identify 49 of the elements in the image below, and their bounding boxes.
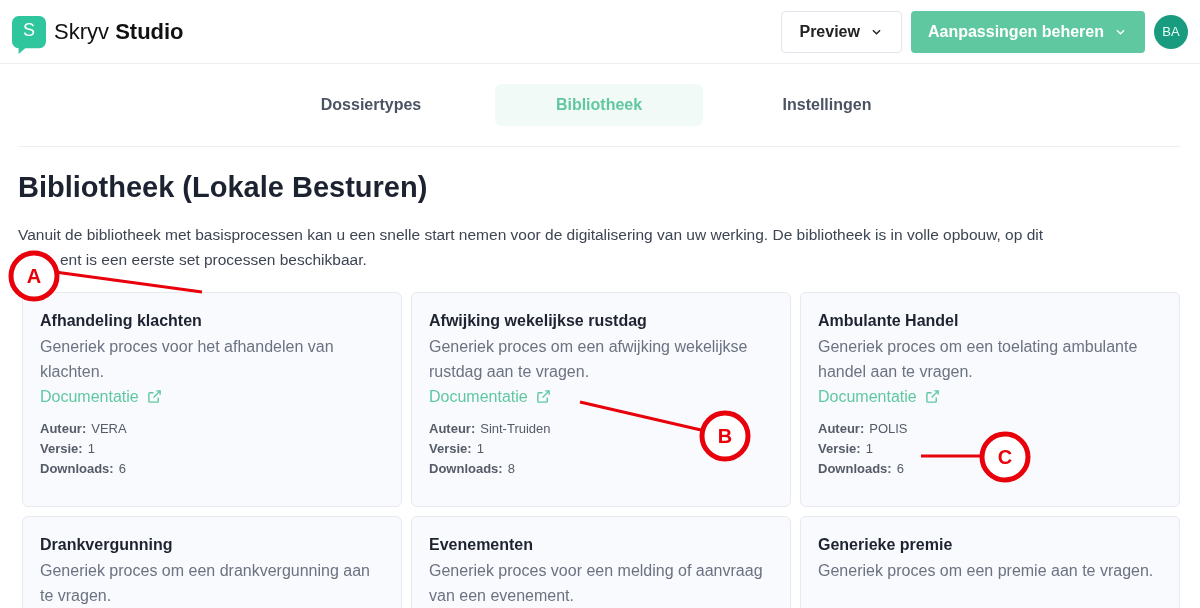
meta-label: Versie: — [818, 440, 861, 458]
meta-value: VERA — [91, 420, 127, 438]
meta-value: 1 — [865, 440, 873, 458]
meta-label: Downloads: — [429, 460, 503, 478]
card-description: Generiek proces voor een melding of aanvraag van een evenement. — [429, 561, 764, 606]
intro-text: ent is een eerste set processen beschikbaar. — [59, 250, 368, 270]
meta-value: 1 — [87, 440, 95, 458]
meta-label: Versie: — [40, 440, 83, 458]
meta-label: Downloads: — [40, 460, 114, 478]
nav-tab[interactable]: Bibliotheek — [495, 84, 703, 126]
card-description: Generiek proces om een toelating ambulante handel aan te vragen. — [818, 337, 1139, 382]
external-link-icon — [535, 389, 551, 404]
external-link-icon — [924, 389, 940, 404]
card-title: Evenementen — [429, 536, 535, 554]
meta-label: Auteur: — [429, 420, 476, 438]
meta-label: Auteur: — [818, 420, 865, 438]
meta-label: Downloads: — [818, 460, 892, 478]
card-title: Afwijking wekelijkse rustdag — [429, 312, 648, 330]
chevron-down-icon — [871, 28, 881, 35]
documentation-link[interactable]: Documentatie — [40, 384, 162, 409]
card-description: Generiek proces voor het afhandelen van klachten. — [40, 337, 335, 382]
app-name: Skryv Studio — [54, 18, 184, 45]
meta-value: Sint-Truiden — [480, 420, 551, 438]
preview-button[interactable]: Preview — [781, 10, 902, 53]
card-description: Generiek proces om een afwijking wekelijkse rustdag aan te vragen. — [429, 337, 749, 382]
meta-label: Versie: — [429, 440, 472, 458]
card-title: Drankvergunning — [40, 536, 174, 554]
meta-label: Auteur: — [40, 420, 87, 438]
card-description: Generiek proces om een premie aan te vragen. — [818, 561, 1155, 581]
manage-button[interactable]: Aanpassingen beheren — [910, 10, 1145, 53]
card-description: Generiek proces om een drankvergunning aan te vragen. — [40, 561, 371, 606]
meta-value: 6 — [118, 460, 126, 478]
user-avatar[interactable]: BA — [1154, 14, 1188, 49]
chevron-down-icon — [1116, 28, 1125, 35]
card-title: Ambulante Handel — [818, 312, 960, 330]
meta-value: 8 — [507, 460, 515, 478]
documentation-link[interactable]: Documentatie — [818, 384, 940, 409]
intro-text: Vanuit de bibliotheek met basisprocessen kan u een snelle start nemen voor de digitalisering van uw werking. De bibliotheek is in volle opbouw, op dit — [18, 225, 1045, 245]
page-title: Bibliotheek (Lokale Besturen) — [18, 171, 429, 204]
card-title: Afhandeling klachten — [40, 312, 203, 330]
nav-tab[interactable]: Dossiertypes — [267, 84, 475, 126]
card-title: Generieke premie — [818, 536, 954, 554]
documentation-link[interactable]: Documentatie — [429, 384, 551, 409]
external-link-icon — [146, 389, 162, 404]
logo-icon: S — [12, 15, 46, 54]
meta-value: 1 — [476, 440, 484, 458]
meta-value: POLIS — [869, 420, 908, 438]
nav-tab[interactable]: Instellingen — [723, 84, 931, 126]
meta-value: 6 — [896, 460, 904, 478]
